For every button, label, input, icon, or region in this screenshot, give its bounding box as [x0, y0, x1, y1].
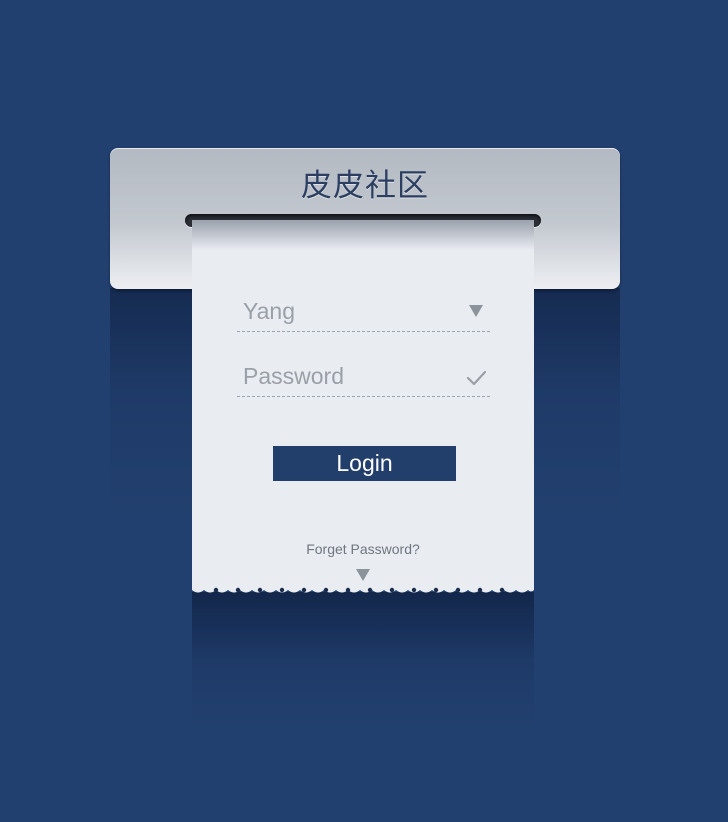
login-receipt: Yang Password Login Forget Password? — [192, 220, 534, 588]
triangle-down-icon[interactable] — [356, 569, 370, 581]
receipt-shadow — [192, 592, 534, 732]
password-placeholder[interactable]: Password — [243, 363, 344, 390]
app-title: 皮皮社区 — [301, 168, 429, 203]
password-field[interactable]: Password — [237, 354, 490, 397]
checkmark-icon — [466, 370, 486, 386]
username-field[interactable]: Yang — [237, 289, 490, 332]
receipt-perforated-edge — [192, 584, 534, 593]
username-value[interactable]: Yang — [243, 298, 295, 325]
receipt-top-shade — [192, 220, 534, 250]
triangle-down-icon[interactable] — [466, 300, 486, 320]
login-button[interactable]: Login — [273, 446, 456, 481]
forget-password-link[interactable]: Forget Password? — [192, 541, 534, 557]
